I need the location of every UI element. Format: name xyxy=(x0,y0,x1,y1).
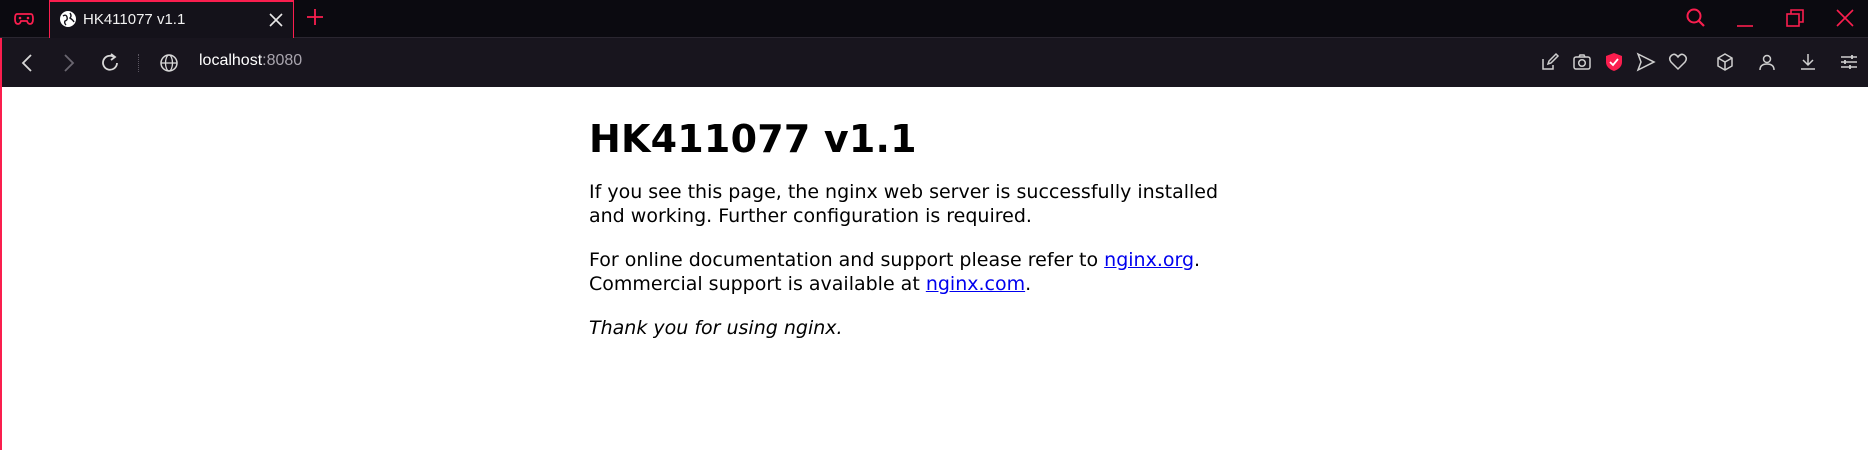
docs-period: . xyxy=(1194,249,1201,271)
shield-icon[interactable] xyxy=(1603,51,1625,73)
nginx-org-link[interactable]: nginx.org xyxy=(1104,249,1194,271)
url-port: :8080 xyxy=(262,52,303,69)
install-message: If you see this page, the nginx web serv… xyxy=(589,181,1219,227)
edit-icon[interactable] xyxy=(1539,51,1561,73)
close-icon[interactable] xyxy=(267,11,285,29)
camera-icon[interactable] xyxy=(1571,51,1593,73)
search-icon[interactable] xyxy=(1684,6,1708,30)
page-heading: HK411077 v1.1 xyxy=(589,117,917,161)
toolbar-separator xyxy=(138,54,139,72)
nginx-com-link[interactable]: nginx.com xyxy=(926,273,1025,295)
url-host: localhost xyxy=(199,52,263,69)
page-viewport: HK411077 v1.1 If you see this page, the … xyxy=(0,87,1868,450)
address-bar: localhost:8080 xyxy=(0,38,1868,87)
tab-active[interactable]: HK411077 v1.1 xyxy=(49,0,294,38)
window-close-icon[interactable] xyxy=(1833,6,1857,30)
tab-bar: HK411077 v1.1 xyxy=(0,0,1868,38)
heart-icon[interactable] xyxy=(1667,51,1689,73)
download-icon[interactable] xyxy=(1797,51,1819,73)
restore-icon[interactable] xyxy=(1783,6,1807,30)
plus-icon[interactable] xyxy=(304,6,326,28)
site-info-globe-icon[interactable] xyxy=(157,51,181,75)
commercial-period: . xyxy=(1025,273,1032,295)
url-field[interactable]: localhost:8080 xyxy=(199,52,302,70)
settings-sliders-icon[interactable] xyxy=(1838,51,1860,73)
nginx-welcome: HK411077 v1.1 If you see this page, the … xyxy=(589,116,1289,360)
thanks-paragraph: Thank you for using nginx. xyxy=(589,316,1229,340)
cube-icon[interactable] xyxy=(1714,51,1736,73)
globe-icon xyxy=(60,11,76,27)
send-icon[interactable] xyxy=(1635,51,1657,73)
profile-icon[interactable] xyxy=(1756,51,1778,73)
docs-paragraph: For online documentation and support ple… xyxy=(589,248,1229,296)
tab-title: HK411077 v1.1 xyxy=(83,11,186,28)
docs-text: For online documentation and support ple… xyxy=(589,249,1105,271)
forward-icon[interactable] xyxy=(56,51,80,75)
back-icon[interactable] xyxy=(16,51,40,75)
commercial-text: Commercial support is available at xyxy=(589,273,926,295)
minimize-icon[interactable] xyxy=(1733,6,1757,30)
reload-icon[interactable] xyxy=(98,51,122,75)
gx-controller-icon[interactable] xyxy=(10,6,38,32)
thanks-text: Thank you for using nginx. xyxy=(589,317,843,339)
